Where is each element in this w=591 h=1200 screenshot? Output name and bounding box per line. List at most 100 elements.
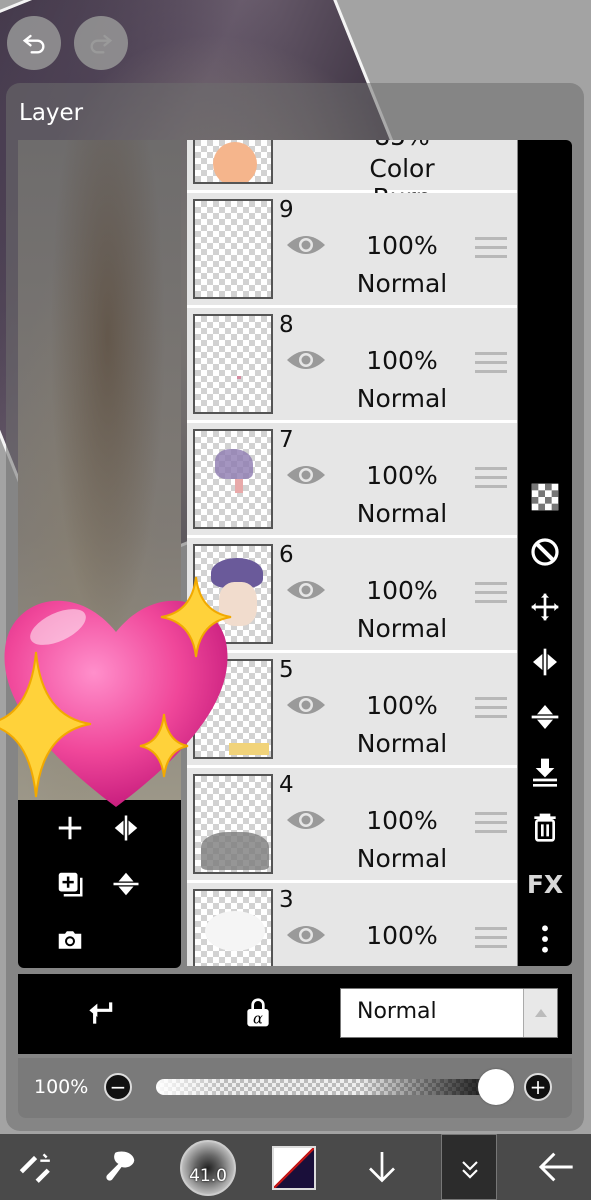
opacity-slider-thumb[interactable]: [478, 1069, 514, 1105]
layer-number: 8: [279, 312, 294, 338]
blend-mode-value: Normal: [357, 999, 437, 1024]
fx-button[interactable]: FX: [526, 867, 564, 901]
layer-opacity: 100%: [366, 806, 438, 835]
brush-eraser-switch-icon: [19, 1153, 50, 1183]
eye-icon[interactable]: [285, 691, 327, 719]
panel-title: Layer: [19, 100, 84, 126]
layer-row[interactable]: 7 100% Normal: [187, 423, 517, 538]
drag-handle-icon[interactable]: [475, 352, 507, 374]
flip-vertical-button[interactable]: [108, 866, 144, 902]
move-layer-button[interactable]: [528, 590, 562, 624]
drag-handle-icon[interactable]: [475, 467, 507, 489]
layer-blend-mode: Normal: [356, 729, 448, 758]
move-arrows-icon: [531, 593, 559, 621]
eye-icon[interactable]: [285, 461, 327, 489]
layer-thumbnail[interactable]: [193, 199, 273, 299]
layer-row[interactable]: 4 100% Normal: [187, 768, 517, 883]
eye-icon[interactable]: [285, 346, 327, 374]
layer-blend-mode: Normal: [356, 499, 448, 528]
layer-number: 6: [279, 542, 294, 568]
chevron-double-down-icon: [462, 1161, 478, 1179]
blend-mode-select[interactable]: Normal: [340, 988, 558, 1038]
layer-blend-mode: Normal: [356, 614, 448, 643]
color-swatch[interactable]: [272, 1146, 316, 1190]
layer-row[interactable]: 85% Color Burn: [187, 140, 517, 212]
brush-icon: [106, 1151, 135, 1181]
contrast-circle-icon: [531, 538, 559, 566]
eye-icon[interactable]: [285, 576, 327, 604]
alpha-lock-icon: α: [247, 998, 269, 1028]
opacity-decrease-button[interactable]: −: [104, 1073, 132, 1101]
dropdown-arrow-icon[interactable]: [523, 989, 557, 1037]
back-button[interactable]: [530, 1134, 582, 1200]
layer-row[interactable]: 5 100% Normal: [187, 653, 517, 768]
layer-preview-panel: [18, 140, 181, 968]
layer-opacity: 100%: [366, 576, 438, 605]
arrow-down-icon: [369, 1152, 395, 1183]
down-arrow-button[interactable]: [360, 1134, 404, 1200]
layer-opacity: 100%: [366, 921, 438, 950]
more-options-button[interactable]: [528, 922, 562, 956]
redo-button[interactable]: [74, 16, 128, 70]
flip-vertical-icon: [531, 705, 559, 729]
clipping-toggle-button[interactable]: [528, 535, 562, 569]
merge-down-button[interactable]: [528, 755, 562, 789]
layer-number: 4: [279, 772, 294, 798]
layer-row[interactable]: 8 100% Normal: [187, 308, 517, 423]
fx-label: FX: [526, 869, 564, 899]
merge-down-icon: [533, 758, 557, 787]
layer-panel-toggle[interactable]: [441, 1134, 497, 1200]
flip-layer-vertical-button[interactable]: [528, 700, 562, 734]
transparent-fill-button[interactable]: [528, 480, 562, 514]
alpha-lock-button[interactable]: α: [236, 988, 280, 1038]
layer-opacity: 100%: [366, 346, 438, 375]
eye-icon[interactable]: [285, 806, 327, 834]
opacity-slider-track[interactable]: [156, 1079, 496, 1095]
delete-layer-button[interactable]: [528, 810, 562, 844]
camera-icon: [58, 931, 82, 949]
eye-icon[interactable]: [285, 921, 327, 949]
flip-layer-horizontal-button[interactable]: [528, 645, 562, 679]
tool-switch-button[interactable]: [8, 1134, 60, 1200]
drag-handle-icon[interactable]: [475, 927, 507, 949]
clipping-button[interactable]: [78, 988, 122, 1038]
layer-opacity: 100%: [366, 461, 438, 490]
duplicate-layer-icon: [58, 872, 83, 897]
layer-thumbnail[interactable]: [193, 140, 273, 184]
layer-number: 3: [279, 887, 294, 913]
layer-thumbnail[interactable]: [193, 429, 273, 529]
trash-icon: [534, 813, 556, 842]
camera-button[interactable]: [52, 922, 88, 958]
drag-handle-icon[interactable]: [475, 237, 507, 259]
checkerboard-icon: [531, 483, 559, 511]
drag-handle-icon[interactable]: [475, 697, 507, 719]
redo-icon: [90, 34, 113, 54]
layer-row[interactable]: 6 100% Normal: [187, 538, 517, 653]
layer-thumbnail[interactable]: [193, 889, 273, 966]
more-vertical-icon: [542, 925, 548, 953]
svg-text:α: α: [253, 1011, 263, 1028]
layer-blend-mode: Normal: [356, 269, 448, 298]
layer-side-toolbar: FX: [518, 140, 572, 966]
opacity-increase-button[interactable]: +: [524, 1073, 552, 1101]
layer-opacity: 85%: [337, 140, 467, 151]
layer-thumbnail[interactable]: [193, 314, 273, 414]
layer-opacity: 100%: [366, 691, 438, 720]
layer-blend-mode: Normal: [356, 844, 448, 873]
layer-row[interactable]: 9 100% Normal: [187, 193, 517, 308]
layer-list[interactable]: 85% Color Burn 9 100% Normal 8 100% Norm…: [187, 140, 517, 966]
layer-number: 7: [279, 427, 294, 453]
layer-number: 5: [279, 657, 294, 683]
duplicate-layer-button[interactable]: [52, 866, 88, 902]
layer-blend-mode: Normal: [356, 384, 448, 413]
flip-horizontal-icon: [533, 648, 557, 676]
flip-vertical-icon: [113, 872, 139, 896]
eye-icon[interactable]: [285, 231, 327, 259]
undo-icon: [22, 34, 45, 54]
layer-row[interactable]: 3 100%: [187, 883, 517, 966]
layer-opacity: 100%: [366, 231, 438, 260]
drag-handle-icon[interactable]: [475, 582, 507, 604]
brush-button[interactable]: [94, 1134, 146, 1200]
undo-button[interactable]: [7, 16, 61, 70]
drag-handle-icon[interactable]: [475, 812, 507, 834]
